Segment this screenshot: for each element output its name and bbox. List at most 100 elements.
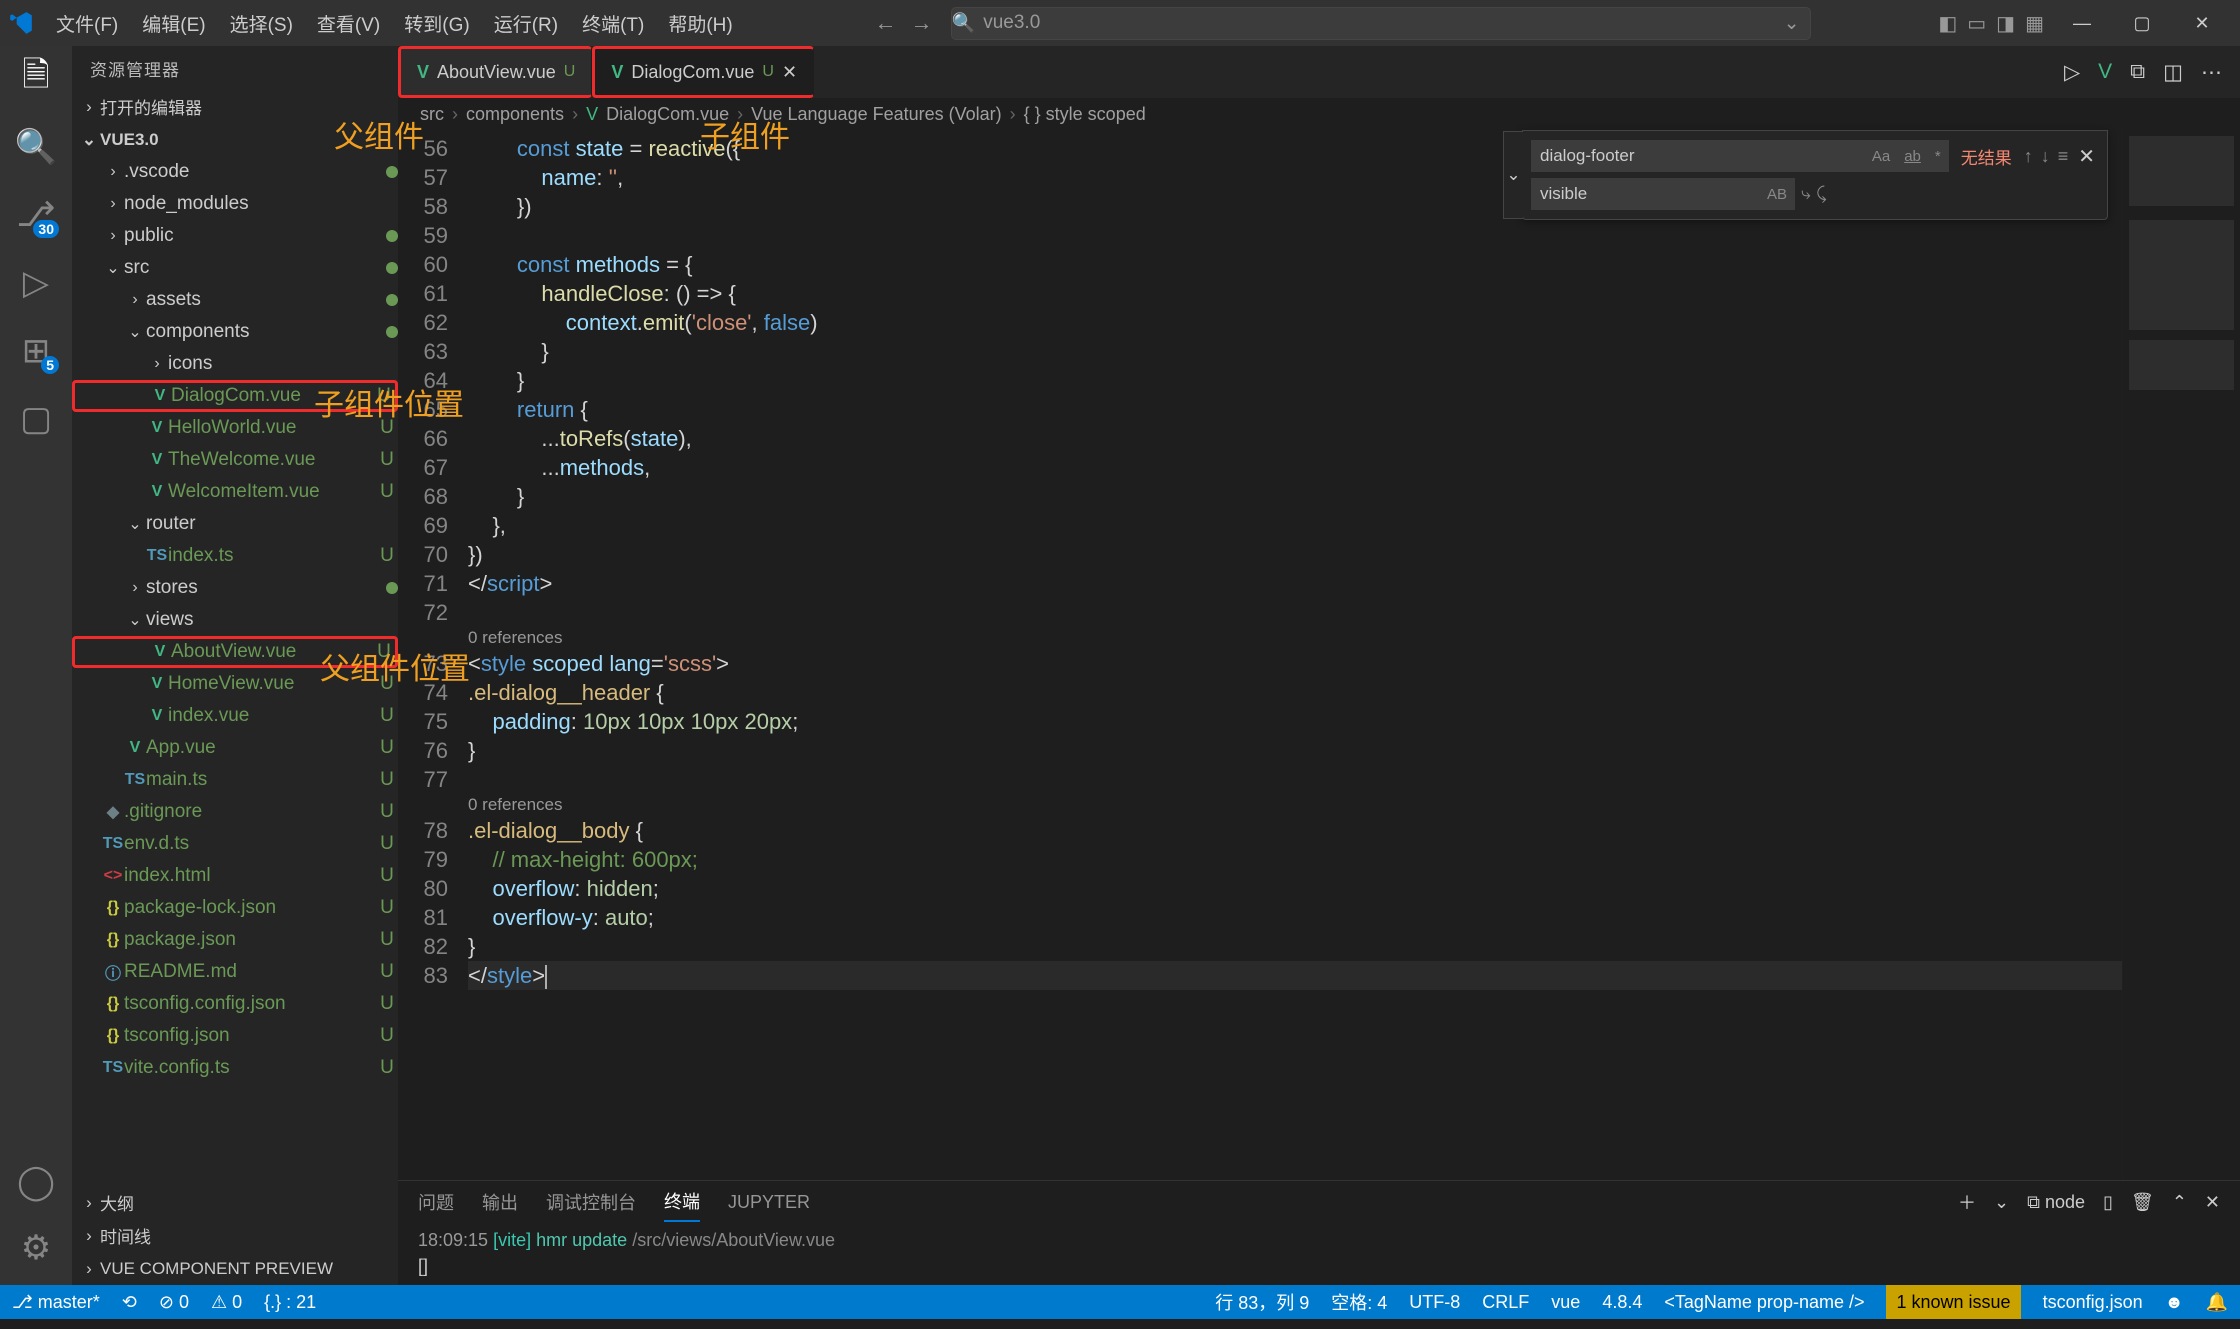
outline-section[interactable]: ›大纲 [72,1186,398,1219]
file-item[interactable]: {}tsconfig.config.jsonU [72,988,398,1020]
explorer-icon[interactable]: 🗎 [15,58,57,100]
file-item[interactable]: VTheWelcome.vueU [72,444,398,476]
extensions-icon[interactable]: ⊞5 [15,330,57,372]
panel-layout-icon[interactable]: ▯ [2103,1192,2113,1213]
issues-status[interactable]: 1 known issue [1886,1285,2020,1319]
find-close-icon[interactable]: ✕ [2074,144,2099,169]
replace-input[interactable] [1531,178,1795,210]
lang-status[interactable]: vue [1551,1292,1580,1313]
file-item[interactable]: TSenv.d.tsU [72,828,398,860]
file-item[interactable]: VHelloWorld.vueU [72,412,398,444]
minimize-button[interactable]: — [2052,0,2112,46]
file-item[interactable]: VHomeView.vueU [72,668,398,700]
menu-item[interactable]: 查看(V) [305,4,392,43]
code-editor[interactable]: 5657585960616263646566676869707172737475… [398,130,2240,1180]
editor-actions[interactable]: ▷V⧉◫⋯ [2046,46,2240,98]
file-item[interactable]: {}package-lock.jsonU [72,892,398,924]
file-item[interactable]: VAboutView.vueU [72,636,398,668]
file-item[interactable]: {}package.jsonU [72,924,398,956]
terminal-profile[interactable]: ⧉ node [2027,1192,2085,1213]
folder-item[interactable]: ⌄views [72,604,398,636]
folder-item[interactable]: ›.vscode [72,156,398,188]
breadcrumb-item[interactable]: { } style scoped [1024,104,1146,125]
eol-status[interactable]: CRLF [1482,1292,1529,1313]
indent-status[interactable]: 空格: 4 [1331,1289,1387,1315]
terminal-body[interactable]: 18:09:15 [vite] hmr update /src/views/Ab… [398,1223,2240,1283]
match-case-icon[interactable]: Aa [1868,146,1894,167]
file-item[interactable]: TSmain.tsU [72,764,398,796]
account-icon[interactable]: ◯ [15,1161,57,1203]
file-item[interactable]: TSindex.tsU [72,540,398,572]
bell-icon[interactable]: 🔔 [2206,1292,2228,1313]
preserve-case-icon[interactable]: AB [1763,184,1791,205]
feedback-icon[interactable]: ☻ [2165,1292,2184,1313]
panel-tab[interactable]: 调试控制台 [546,1183,636,1221]
tag-mode-status[interactable]: <TagName prop-name /> [1664,1292,1864,1313]
maximize-button[interactable]: ▢ [2112,0,2172,46]
folder-item[interactable]: ⌄src [72,252,398,284]
encoding-status[interactable]: UTF-8 [1409,1292,1460,1313]
menu-item[interactable]: 运行(R) [482,4,570,43]
file-item[interactable]: <>index.htmlU [72,860,398,892]
folder-item[interactable]: ›stores [72,572,398,604]
folder-item[interactable]: ⌄router [72,508,398,540]
new-terminal-icon[interactable]: ＋ [1958,1189,1976,1215]
search-activity-icon[interactable]: 🔍 [15,126,57,168]
folder-item[interactable]: ›icons [72,348,398,380]
folder-item[interactable]: ›assets [72,284,398,316]
file-item[interactable]: VApp.vueU [72,732,398,764]
find-prev-icon[interactable]: ↑ [2024,146,2033,167]
menu-item[interactable]: 帮助(H) [656,4,744,43]
breadcrumb[interactable]: src›components›V DialogCom.vue›Vue Langu… [398,98,2240,130]
errors-status[interactable]: ⊘ 0 [159,1292,189,1313]
scm-icon[interactable]: ⎇30 [15,194,57,236]
whole-word-icon[interactable]: ab [1900,146,1925,167]
breadcrumb-item[interactable]: components [466,104,564,125]
breadcrumb-item[interactable]: DialogCom.vue [606,104,729,125]
panel-tab[interactable]: 终端 [664,1182,700,1222]
find-selection-icon[interactable]: ≡ [2058,146,2069,167]
menu-item[interactable]: 文件(F) [44,4,130,43]
code-body[interactable]: const state = reactive({ name: '', }) co… [468,130,2122,1180]
replace-one-icon[interactable]: ⤷ [1801,184,1811,204]
find-next-icon[interactable]: ↓ [2041,146,2050,167]
editor-tab[interactable]: VDialogCom.vueU✕ [592,46,814,98]
menu-item[interactable]: 终端(T) [570,4,656,43]
panel-tab[interactable]: JUPYTER [728,1186,810,1219]
panel-max-icon[interactable]: ⌃ [2172,1192,2187,1213]
vcp-section[interactable]: ›VUE COMPONENT PREVIEW [72,1252,398,1285]
panel-tab[interactable]: 输出 [482,1183,518,1221]
menu-item[interactable]: 编辑(E) [130,4,217,43]
nav-history[interactable]: ←→ [865,10,943,36]
preview-icon[interactable]: ▢ [15,398,57,440]
breadcrumb-item[interactable]: src [420,104,444,125]
layout-controls[interactable]: ◧▭◨▦ [1938,11,2052,36]
breadcrumb-item[interactable]: Vue Language Features (Volar) [751,104,1002,125]
replace-all-icon[interactable]: ⤹ [1817,184,1827,204]
editor-tab[interactable]: VAboutView.vueU [398,46,592,98]
folder-item[interactable]: ›node_modules [72,188,398,220]
tsconfig-status[interactable]: tsconfig.json [2043,1292,2143,1313]
open-editors-section[interactable]: ›打开的编辑器 [72,90,398,123]
file-item[interactable]: TSvite.config.tsU [72,1052,398,1084]
folder-item[interactable]: ›public [72,220,398,252]
cursor-pos-status[interactable]: 行 83，列 9 [1215,1289,1309,1315]
menu-item[interactable]: 转到(G) [392,4,481,43]
close-button[interactable]: ✕ [2172,0,2232,46]
ts-version-status[interactable]: 4.8.4 [1602,1292,1642,1313]
gear-icon[interactable]: ⚙ [15,1227,57,1269]
branch-status[interactable]: ⎇ master* [12,1292,100,1313]
panel-tab[interactable]: 问题 [418,1183,454,1221]
command-center[interactable]: 🔍 vue3.0 ⌄ [951,7,1811,40]
warnings-status[interactable]: ⚠ 0 [211,1292,242,1313]
file-item[interactable]: VDialogCom.vueU [72,380,398,412]
project-section[interactable]: ⌄VUE3.0 [72,123,398,156]
debug-icon[interactable]: ▷ [15,262,57,304]
file-item[interactable]: VWelcomeItem.vueU [72,476,398,508]
file-item[interactable]: ⓘREADME.mdU [72,956,398,988]
find-toggle-replace[interactable]: ⌄ [1503,131,1523,219]
folder-item[interactable]: ⌄components [72,316,398,348]
file-item[interactable]: Vindex.vueU [72,700,398,732]
menu-item[interactable]: 选择(S) [218,4,305,43]
trash-icon[interactable]: 🗑 [2131,1192,2154,1213]
